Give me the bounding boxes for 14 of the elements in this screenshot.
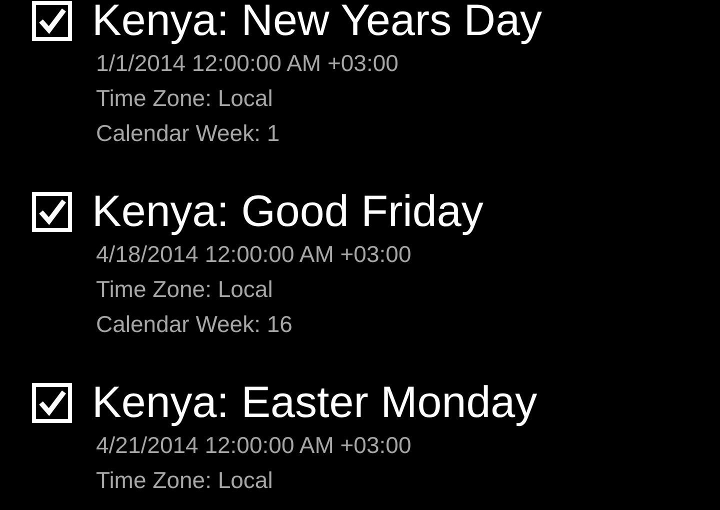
checked-checkbox[interactable] [32, 383, 72, 423]
holiday-detail: Time Zone: Local [96, 84, 273, 113]
checked-checkbox[interactable] [32, 1, 72, 41]
holiday-detail: 4/21/2014 12:00:00 AM +03:00 [96, 431, 412, 460]
holiday-detail: 4/18/2014 12:00:00 AM +03:00 [96, 240, 412, 269]
holiday-detail: Time Zone: Local [96, 275, 273, 304]
holiday-title: Kenya: New Years Day [92, 0, 542, 46]
holiday-detail: Calendar Week: 16 [96, 310, 292, 339]
holiday-title: Kenya: Good Friday [92, 187, 484, 237]
holiday-title: Kenya: Easter Monday [92, 378, 538, 428]
checked-checkbox[interactable] [32, 192, 72, 232]
holiday-detail: 1/1/2014 12:00:00 AM +03:00 [96, 49, 398, 78]
holiday-detail: Calendar Week: 1 [96, 119, 280, 148]
holiday-detail: Time Zone: Local [96, 466, 273, 495]
